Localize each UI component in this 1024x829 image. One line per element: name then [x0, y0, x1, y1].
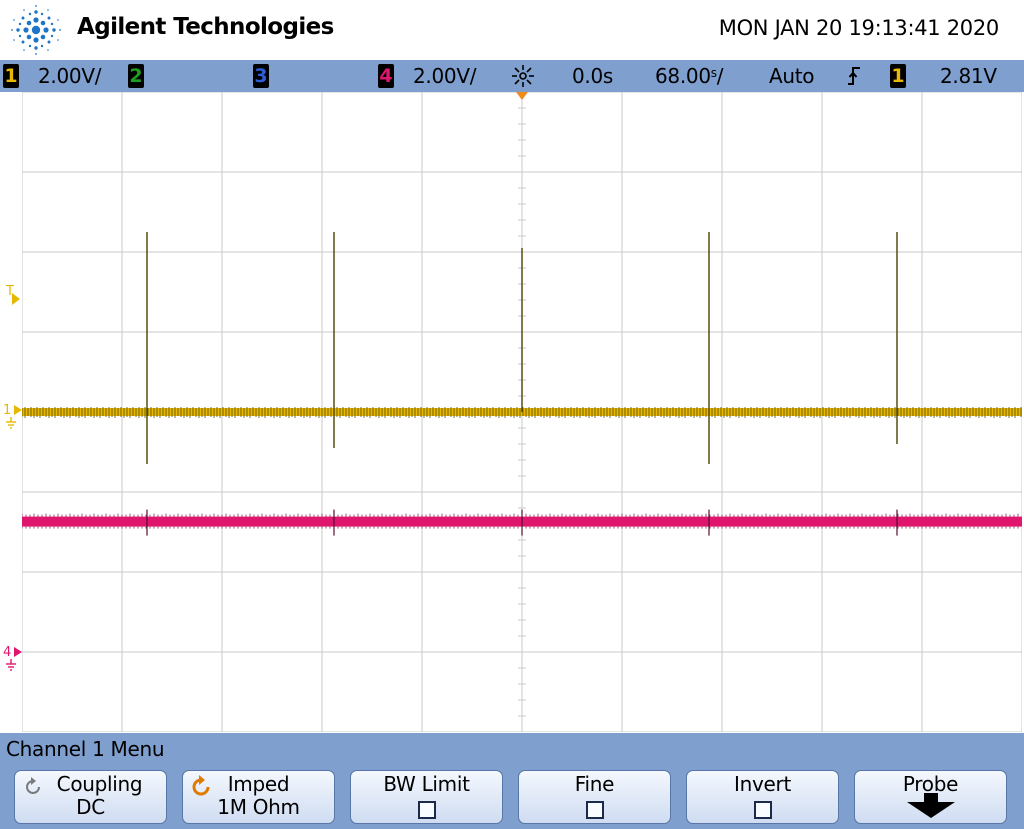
coupling-value: DC — [76, 795, 105, 819]
coupling-label: Coupling — [56, 772, 143, 796]
time-scale-unit: s — [710, 66, 717, 80]
channel-3-indicator[interactable]: 3 — [253, 64, 269, 88]
horizontal-delay-icon — [512, 65, 534, 87]
probe-softkey[interactable]: Probe — [854, 770, 1007, 824]
channel-4-indicator[interactable]: 4 — [378, 64, 394, 88]
channel-1-ground-icon — [6, 405, 22, 429]
time-scale-slash: / — [716, 64, 724, 88]
brand-name: Agilent Technologies — [77, 14, 334, 40]
channel-4-scale[interactable]: 2.00V/ — [413, 63, 476, 89]
agilent-spark-logo-icon — [11, 5, 61, 55]
channel-4-ground-icon — [6, 647, 22, 671]
fine-checkbox[interactable] — [585, 801, 604, 819]
fine-softkey[interactable]: Fine — [518, 770, 671, 824]
invert-softkey[interactable]: Invert — [686, 770, 839, 824]
time-delay[interactable]: 0.0s — [572, 63, 613, 89]
trigger-mode[interactable]: Auto — [769, 63, 815, 89]
menu-title: Channel 1 Menu — [6, 737, 165, 761]
fine-label: Fine — [574, 772, 615, 796]
channel-1-indicator[interactable]: 1 — [3, 64, 19, 88]
header: Agilent Technologies MON JAN 20 19:13:41… — [0, 0, 1024, 60]
coupling-softkey[interactable]: Coupling DC — [14, 770, 167, 824]
channel-1-scale[interactable]: 2.00V/ — [38, 63, 101, 89]
invert-checkbox[interactable] — [753, 801, 772, 819]
time-scale-value: 68.00 — [655, 64, 711, 88]
channel-2-indicator[interactable]: 2 — [128, 64, 144, 88]
trigger-position-marker — [516, 92, 528, 100]
trigger-source-indicator[interactable]: 1 — [890, 64, 906, 88]
status-bar: 1 2.00V/ 2 3 4 2.00V/ 0.0s 68.00s/ Auto … — [0, 60, 1024, 92]
trigger-level[interactable]: 2.81V — [940, 63, 997, 89]
rising-edge-trigger-icon — [848, 67, 860, 85]
bw-limit-label: BW Limit — [383, 772, 470, 796]
impedance-value: 1M Ohm — [217, 795, 300, 819]
date-time: MON JAN 20 19:13:41 2020 — [718, 16, 1000, 40]
impedance-softkey[interactable]: Imped 1M Ohm — [182, 770, 335, 824]
impedance-label: Imped — [227, 772, 290, 796]
time-scale[interactable]: 68.00s/ — [655, 63, 723, 89]
bw-limit-checkbox[interactable] — [417, 801, 436, 819]
invert-label: Invert — [734, 772, 791, 796]
submenu-arrow-icon — [906, 802, 955, 818]
trigger-level-arrow-icon — [12, 293, 20, 305]
waveform-display — [22, 92, 1022, 732]
bw-limit-softkey[interactable]: BW Limit — [350, 770, 503, 824]
